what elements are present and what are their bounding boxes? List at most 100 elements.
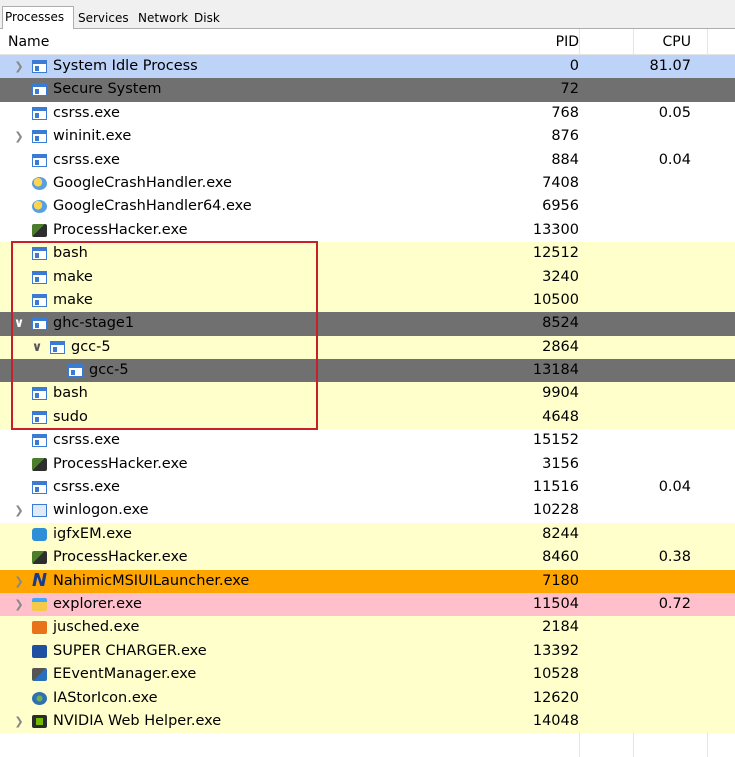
event-manager-icon (32, 668, 47, 682)
process-name: csrss.exe (53, 479, 120, 496)
chevron-right-icon[interactable]: ❯ (12, 593, 26, 616)
process-cpu: 0.04 (658, 479, 691, 496)
process-name: ProcessHacker.exe (53, 455, 188, 472)
column-header: Name PID CPU (0, 29, 735, 55)
process-pid: 11516 (532, 479, 579, 496)
process-name: SUPER CHARGER.exe (53, 642, 207, 659)
process-row[interactable]: ❯ N NahimicMSIUILauncher.exe 7180 (0, 569, 735, 593)
process-row[interactable]: ProcessHacker.exe 3156 (0, 452, 735, 477)
chevron-down-icon[interactable]: ∨ (12, 312, 26, 335)
tab-disk[interactable]: Disk (192, 8, 226, 28)
process-row[interactable]: bash 12512 (0, 242, 735, 266)
process-row[interactable]: GoogleCrashHandler64.exe 6956 (0, 195, 735, 219)
process-row[interactable]: igfxEM.exe 8244 (0, 522, 735, 547)
process-hacker-icon (32, 223, 47, 237)
column-pid-header[interactable]: PID (556, 29, 579, 54)
tab-bar: Processes Services Network Disk (0, 5, 735, 29)
process-row[interactable]: ❯ winlogon.exe 10228 (0, 499, 735, 523)
process-row[interactable]: ❯ NVIDIA Web Helper.exe 14048 (0, 709, 735, 734)
intel-storage-icon (32, 691, 47, 705)
tab-network[interactable]: Network (136, 8, 190, 28)
process-row[interactable]: ProcessHacker.exe 8460 0.38 (0, 546, 735, 570)
chevron-right-icon[interactable]: ❯ (12, 55, 26, 78)
process-cpu: 0.05 (658, 104, 691, 121)
process-row[interactable]: csrss.exe 768 0.05 (0, 101, 735, 126)
intel-graphics-icon (32, 527, 47, 541)
explorer-folder-icon (32, 597, 47, 611)
process-name: bash (53, 385, 88, 402)
chevron-down-icon[interactable]: ∨ (30, 336, 44, 359)
process-name: Secure System (53, 81, 162, 98)
window-icon (32, 293, 47, 307)
process-pid: 8524 (542, 315, 579, 332)
process-row[interactable]: make 10500 (0, 288, 735, 313)
process-name: make (53, 291, 93, 308)
process-row[interactable]: Secure System 72 (0, 78, 735, 102)
process-cpu: 0.04 (658, 151, 691, 168)
process-pid: 7180 (542, 572, 579, 589)
process-hacker-icon (32, 551, 47, 565)
winlogon-icon (32, 504, 47, 518)
process-pid: 7408 (542, 174, 579, 191)
java-icon (32, 621, 47, 635)
process-row[interactable]: IAStorIcon.exe 12620 (0, 686, 735, 710)
process-hacker-icon (32, 457, 47, 471)
process-name: ProcessHacker.exe (53, 549, 188, 566)
process-pid: 2864 (542, 338, 579, 355)
process-row[interactable]: csrss.exe 11516 0.04 (0, 476, 735, 500)
process-name: winlogon.exe (53, 502, 149, 519)
tab-processes[interactable]: Processes (2, 6, 74, 29)
process-name: NahimicMSIUILauncher.exe (53, 572, 250, 589)
process-row[interactable]: ProcessHacker.exe 13300 (0, 218, 735, 243)
process-name: NVIDIA Web Helper.exe (53, 712, 222, 729)
window-icon (32, 387, 47, 401)
process-list: ❯ System Idle Process 0 81.07 Secure System 7… (0, 55, 735, 734)
process-row[interactable]: make 3240 (0, 265, 735, 289)
process-pid: 3156 (542, 455, 579, 472)
process-pid: 12512 (532, 245, 579, 262)
process-row[interactable]: jusched.exe 2184 (0, 616, 735, 640)
process-row[interactable]: gcc-5 13184 (0, 359, 735, 383)
nahimic-icon: N (32, 569, 48, 591)
process-pid: 13184 (532, 362, 579, 379)
window-icon (32, 317, 47, 331)
process-pid: 768 (551, 104, 579, 121)
process-row[interactable]: ∨ ghc-stage1 8524 (0, 312, 735, 336)
process-row[interactable]: csrss.exe 884 0.04 (0, 148, 735, 172)
process-row[interactable]: ❯ explorer.exe 11504 0.72 (0, 592, 735, 617)
process-pid: 876 (551, 128, 579, 145)
process-cpu: 0.72 (658, 595, 691, 612)
process-row[interactable]: sudo 4648 (0, 405, 735, 430)
chevron-right-icon[interactable]: ❯ (12, 710, 26, 733)
process-name: ProcessHacker.exe (53, 221, 188, 238)
process-pid: 13392 (532, 642, 579, 659)
window-icon (32, 410, 47, 424)
column-cpu-header[interactable]: CPU (633, 29, 708, 54)
process-row[interactable]: csrss.exe 15152 (0, 429, 735, 453)
process-row[interactable]: EEventManager.exe 10528 (0, 663, 735, 687)
column-name-header[interactable]: Name (8, 29, 49, 54)
process-row[interactable]: ❯ wininit.exe 876 (0, 125, 735, 149)
chevron-right-icon[interactable]: ❯ (12, 570, 26, 593)
process-row[interactable]: ∨ gcc-5 2864 (0, 335, 735, 360)
window-icon (32, 481, 47, 495)
process-name: sudo (53, 408, 88, 425)
process-pid: 2184 (542, 619, 579, 636)
process-pid: 10528 (532, 666, 579, 683)
window-icon (32, 106, 47, 120)
tab-services[interactable]: Services (76, 8, 134, 28)
chevron-right-icon[interactable]: ❯ (12, 499, 26, 522)
process-name: wininit.exe (53, 128, 132, 145)
window-icon (32, 247, 47, 261)
window-icon (32, 270, 47, 284)
chevron-right-icon[interactable]: ❯ (12, 125, 26, 148)
process-pid: 15152 (532, 432, 579, 449)
process-pid: 10500 (532, 291, 579, 308)
process-row[interactable]: ❯ System Idle Process 0 81.07 (0, 55, 735, 79)
process-cpu: 0.38 (658, 549, 691, 566)
process-row[interactable]: SUPER CHARGER.exe 13392 (0, 639, 735, 664)
process-row[interactable]: GoogleCrashHandler.exe 7408 (0, 171, 735, 196)
process-name: ghc-stage1 (53, 315, 135, 332)
process-row[interactable]: bash 9904 (0, 382, 735, 406)
process-pid: 4648 (542, 408, 579, 425)
